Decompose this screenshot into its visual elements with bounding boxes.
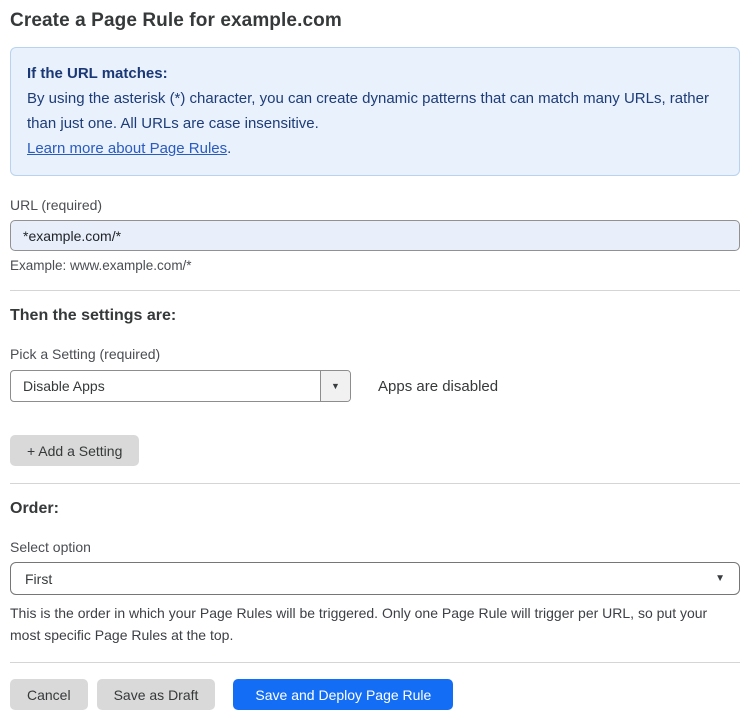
setting-status-text: Apps are disabled [378,377,499,395]
setting-dropdown-value: Disable Apps [23,378,105,394]
chevron-down-icon[interactable]: ▼ [320,371,350,401]
page-title: Create a Page Rule for example.com [10,10,342,31]
url-match-info-box: If the URL matches: By using the asteris… [10,47,740,176]
order-select-value: First [25,570,53,587]
learn-more-link[interactable]: Learn more about Page Rules [27,140,227,157]
link-suffix: . [227,140,232,157]
order-select[interactable]: First ▼ [10,562,740,595]
add-setting-button[interactable]: + Add a Setting [10,435,140,466]
divider [10,662,740,663]
order-select-label: Select option [10,539,91,555]
order-section-heading: Order: [10,500,59,517]
divider [10,290,740,291]
cancel-button[interactable]: Cancel [10,679,88,710]
url-field-label: URL (required) [10,197,103,213]
order-help-text: This is the order in which your Page Rul… [10,605,708,643]
divider [10,483,740,484]
setting-row: Disable Apps ▼ Apps are disabled [10,370,740,402]
info-box-heading: If the URL matches: [27,65,168,82]
pick-setting-label: Pick a Setting (required) [10,346,161,362]
save-and-deploy-button[interactable]: Save and Deploy Page Rule [233,679,454,710]
chevron-down-icon: ▼ [715,573,725,584]
info-box-link-line: Learn more about Page Rules. [27,136,723,161]
info-box-body: By using the asterisk (*) character, you… [27,90,709,132]
url-input[interactable] [10,220,740,251]
footer-actions: Cancel Save as Draft Save and Deploy Pag… [10,679,740,710]
settings-section-heading: Then the settings are: [10,307,177,324]
url-example-text: Example: www.example.com/* [10,258,192,273]
save-as-draft-button[interactable]: Save as Draft [96,679,216,710]
setting-dropdown[interactable]: Disable Apps ▼ [10,370,351,402]
